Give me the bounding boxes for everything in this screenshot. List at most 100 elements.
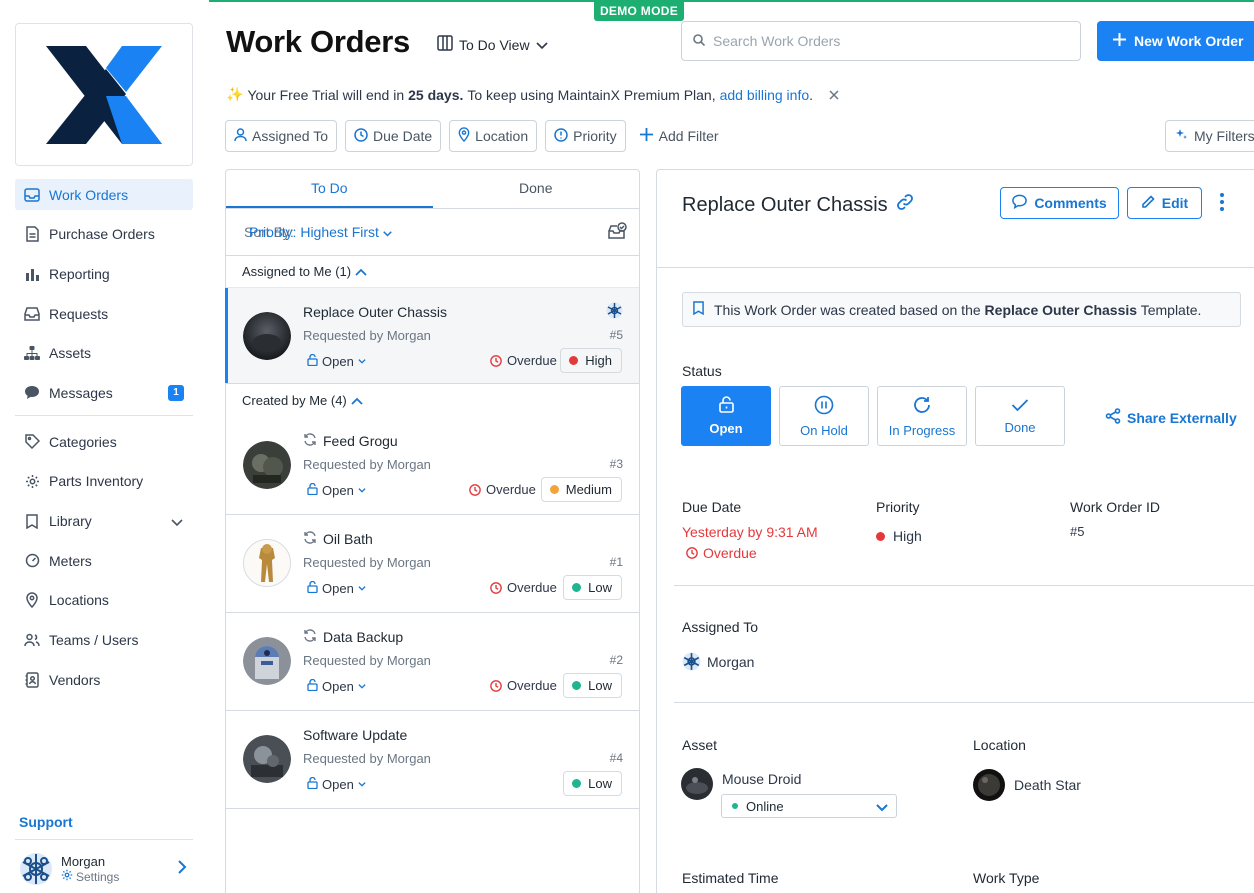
requested-by: Requested by Morgan xyxy=(303,751,431,766)
sidebar-item-label: Work Orders xyxy=(49,186,129,203)
sidebar-item-vendors[interactable]: Vendors xyxy=(15,664,193,695)
sidebar-item-reporting[interactable]: Reporting xyxy=(15,258,193,289)
inbox-check-icon[interactable] xyxy=(608,222,627,243)
trial-banner: ✨ Your Free Trial will end in 25 days. T… xyxy=(226,86,839,103)
sidebar-item-label: Requests xyxy=(49,305,109,322)
status-in-progress-button[interactable]: In Progress xyxy=(877,386,967,446)
work-order-list: To Do Done Sort By: Priority: Highest Fi… xyxy=(225,169,640,893)
status-on-hold-button[interactable]: On Hold xyxy=(779,386,869,446)
add-filter-button[interactable]: Add Filter xyxy=(639,128,719,144)
user-profile[interactable]: Morgan Settings xyxy=(19,850,193,888)
sidebar-item-requests[interactable]: Requests xyxy=(15,298,193,329)
priority-label: Medium xyxy=(565,482,612,497)
sidebar-item-assets[interactable]: Assets xyxy=(15,338,193,369)
sidebar-item-library[interactable]: Library xyxy=(15,506,193,537)
status-heading: Status xyxy=(682,363,722,379)
share-externally-button[interactable]: Share Externally xyxy=(1105,408,1237,427)
status-dropdown[interactable]: Open xyxy=(307,580,366,596)
filter-due-date[interactable]: Due Date xyxy=(345,120,442,152)
status-label: Open xyxy=(322,354,354,369)
sidebar-item-work-orders[interactable]: Work Orders xyxy=(15,179,193,210)
search-input[interactable] xyxy=(713,33,1053,49)
list-item[interactable]: Software Update Requested by Morgan #4 O… xyxy=(226,711,639,809)
filter-location[interactable]: Location xyxy=(449,120,538,152)
sidebar-item-locations[interactable]: Locations xyxy=(15,585,193,616)
search-box[interactable] xyxy=(681,21,1081,61)
status-dropdown[interactable]: Open xyxy=(307,776,366,792)
logo[interactable] xyxy=(15,23,193,166)
chevron-right-icon[interactable] xyxy=(178,860,187,877)
chevron-down-icon xyxy=(535,37,548,53)
view-selector[interactable]: To Do View xyxy=(437,35,548,54)
work-order-thumbnail xyxy=(243,441,291,489)
settings-link[interactable]: Settings xyxy=(61,869,119,884)
add-billing-link[interactable]: add billing info xyxy=(720,87,810,103)
work-order-number: #3 xyxy=(609,457,623,471)
assigned-user[interactable]: Morgan xyxy=(682,652,754,671)
demo-mode-bar xyxy=(209,0,1254,2)
sort-selector[interactable]: Priority: Highest First xyxy=(249,224,392,240)
sidebar-item-messages[interactable]: Messages 1 xyxy=(15,377,193,408)
tray-icon xyxy=(23,305,41,323)
priority-badge: Medium xyxy=(540,477,622,502)
link-icon[interactable] xyxy=(896,193,914,217)
status-dropdown[interactable]: Open xyxy=(307,678,366,694)
location-link[interactable]: Death Star xyxy=(973,769,1081,801)
comments-button[interactable]: Comments xyxy=(1000,187,1119,219)
view-label: To Do View xyxy=(459,36,530,53)
support-link[interactable]: Support xyxy=(19,814,73,830)
work-order-thumbnail xyxy=(243,539,291,587)
template-note: This Work Order was created based on the… xyxy=(682,292,1241,327)
list-item[interactable]: Oil Bath Requested by Morgan #1 Open Ove… xyxy=(226,515,639,613)
group-created-by-me[interactable]: Created by Me (4) xyxy=(226,384,639,417)
work-order-number: #5 xyxy=(609,328,623,342)
list-item[interactable]: Feed Grogu Requested by Morgan #3 Open O… xyxy=(226,417,639,515)
status-open-button[interactable]: Open xyxy=(681,386,771,446)
group-assigned-to-me[interactable]: Assigned to Me (1) xyxy=(226,256,639,287)
work-order-id-value: #5 xyxy=(1070,524,1085,539)
list-item[interactable]: Data Backup Requested by Morgan #2 Open … xyxy=(226,613,639,711)
sidebar-item-label: Purchase Orders xyxy=(49,226,155,243)
clock-icon xyxy=(490,354,502,367)
sidebar-divider xyxy=(15,415,193,417)
status-done-button[interactable]: Done xyxy=(975,386,1065,446)
share-icon xyxy=(1105,408,1121,427)
filter-assigned-to[interactable]: Assigned To xyxy=(225,120,338,152)
sort-row: Sort By: Priority: Highest First xyxy=(226,209,639,256)
sidebar-item-teams-users[interactable]: Teams / Users xyxy=(15,625,193,656)
close-icon[interactable] xyxy=(829,87,839,103)
trial-middle: To keep using MaintainX Premium Plan, xyxy=(467,86,716,103)
status-dropdown[interactable]: Open xyxy=(307,482,366,498)
tab-done[interactable]: Done xyxy=(433,170,640,208)
gauge-icon xyxy=(23,552,41,570)
work-order-title: Feed Grogu xyxy=(303,433,398,449)
more-options-icon[interactable] xyxy=(1219,192,1225,215)
overdue-indicator: Overdue xyxy=(490,580,557,595)
sidebar-item-categories[interactable]: Categories xyxy=(15,426,193,457)
priority-dot xyxy=(572,681,582,690)
edit-button[interactable]: Edit xyxy=(1127,187,1202,219)
overdue-label: Overdue xyxy=(507,678,557,693)
sidebar-item-purchase-orders[interactable]: Purchase Orders xyxy=(15,219,193,250)
status-dropdown[interactable]: Open xyxy=(307,353,366,369)
overdue-label: Overdue xyxy=(486,482,536,497)
sidebar-item-parts-inventory[interactable]: Parts Inventory xyxy=(15,466,193,497)
sidebar-item-label: Locations xyxy=(49,592,109,609)
users-icon xyxy=(23,631,41,649)
trial-suffix: . xyxy=(809,86,814,103)
my-filters-button[interactable]: My Filters xyxy=(1165,120,1254,152)
new-work-order-button[interactable]: New Work Order xyxy=(1097,21,1254,61)
overdue-label: Overdue xyxy=(507,353,557,368)
map-pin-icon xyxy=(458,127,470,145)
list-item[interactable]: Replace Outer Chassis Requested by Morga… xyxy=(225,287,639,384)
trial-prefix: Your Free Trial will end in xyxy=(247,86,405,103)
assigned-user-name: Morgan xyxy=(707,653,755,670)
sidebar-item-meters[interactable]: Meters xyxy=(15,545,193,576)
filter-priority[interactable]: Priority xyxy=(545,120,626,152)
document-icon xyxy=(23,225,41,243)
asset-status-select[interactable]: Online xyxy=(721,794,897,818)
tab-to-do[interactable]: To Do xyxy=(226,170,433,208)
sidebar-divider xyxy=(15,839,193,840)
chevron-down-icon[interactable] xyxy=(171,514,183,530)
maintainx-logo-icon xyxy=(46,45,162,144)
